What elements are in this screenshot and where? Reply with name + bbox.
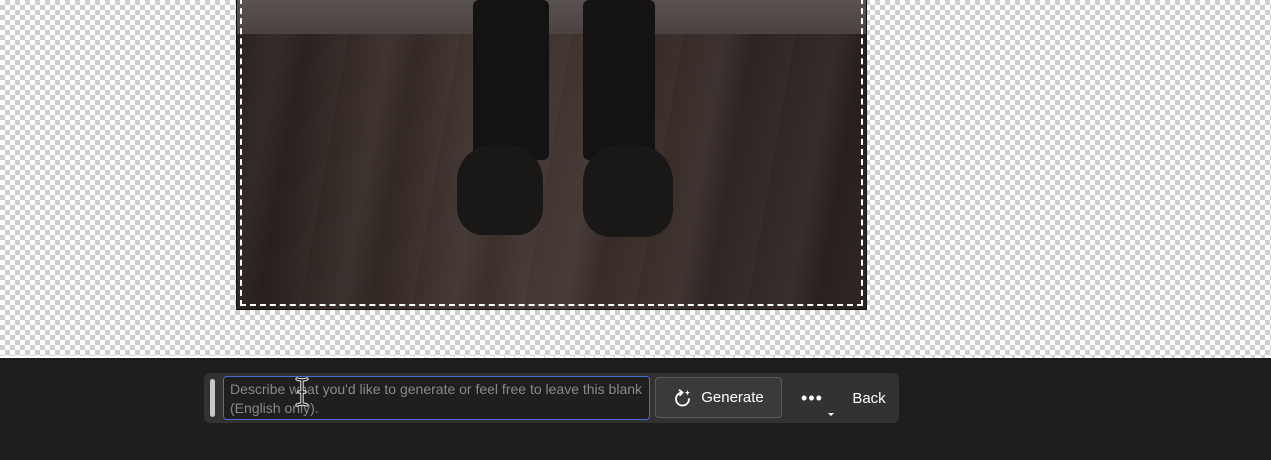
photo-wall	[237, 0, 866, 34]
more-options-icon: •••	[801, 387, 823, 408]
more-options-caret-icon	[828, 413, 834, 416]
photo-left-leg	[473, 0, 549, 160]
generate-sparkle-icon	[675, 388, 691, 406]
contextual-taskbar: Generate ••• Back	[204, 373, 899, 423]
photo-floor	[237, 34, 866, 309]
generate-button-label: Generate	[701, 389, 764, 406]
back-button-label: Back	[852, 389, 886, 407]
taskbar-drag-handle[interactable]	[210, 379, 215, 417]
more-options-button[interactable]: •••	[794, 381, 830, 415]
photo-right-leg	[583, 0, 655, 160]
back-button[interactable]: Back	[844, 381, 894, 415]
photo-layer[interactable]	[237, 0, 866, 309]
document-canvas[interactable]	[0, 0, 1271, 358]
photo-left-shoe	[457, 145, 543, 235]
photo-right-shoe	[583, 145, 673, 237]
generate-prompt-input[interactable]	[223, 376, 650, 420]
generate-button[interactable]: Generate	[655, 377, 782, 418]
